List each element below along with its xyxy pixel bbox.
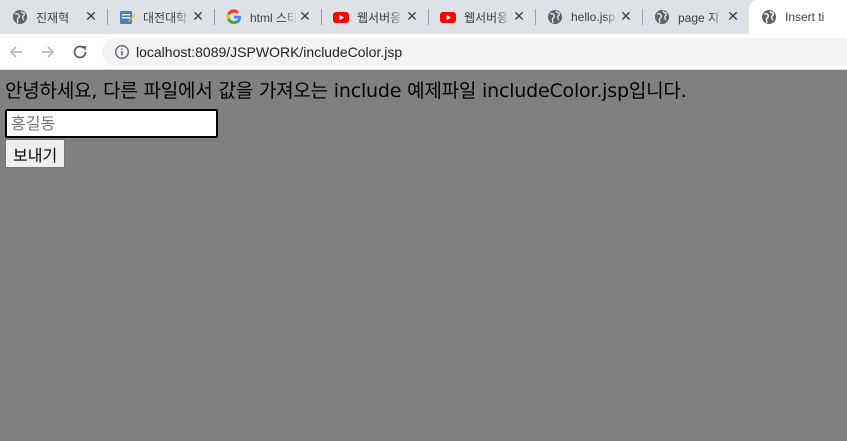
close-icon[interactable]: ✕: [297, 9, 313, 25]
url-text[interactable]: localhost:8089/JSPWORK/includeColor.jsp: [136, 44, 402, 60]
globe-icon: [12, 9, 28, 25]
tab-title: html 스타: [250, 10, 297, 25]
tab-title: 웹서버응: [357, 10, 402, 25]
close-icon[interactable]: ✕: [83, 9, 99, 25]
reload-icon[interactable]: [66, 38, 94, 66]
tab-title: 대전대학: [143, 10, 188, 25]
send-button[interactable]: 보내기: [5, 139, 66, 168]
info-icon[interactable]: [114, 44, 130, 60]
close-icon[interactable]: ✕: [404, 9, 420, 25]
browser-tab[interactable]: page 지 ✕: [642, 0, 749, 34]
youtube-icon: [440, 9, 456, 25]
browser-toolbar: localhost:8089/JSPWORK/includeColor.jsp: [0, 34, 847, 70]
globe-icon: [761, 9, 777, 25]
browser-tab[interactable]: 대전대학 ✕: [107, 0, 214, 34]
youtube-icon: [333, 9, 349, 25]
tab-title: 웹서버응: [464, 10, 509, 25]
page-heading: 안녕하세요, 다른 파일에서 값을 가져오는 include 예제파일 incl…: [5, 80, 687, 102]
browser-tab[interactable]: 진재혁 ✕: [0, 0, 107, 34]
forward-icon[interactable]: [34, 38, 62, 66]
page-content: 안녕하세요, 다른 파일에서 값을 가져오는 include 예제파일 incl…: [0, 71, 847, 441]
close-icon[interactable]: ✕: [511, 9, 527, 25]
tab-strip: 진재혁 ✕ 대전대학 ✕ html 스타 ✕ 웹서버응 ✕ 웹서버응 ✕ hel…: [0, 0, 847, 34]
browser-tab-active[interactable]: Insert ti: [749, 0, 847, 34]
back-icon[interactable]: [2, 38, 30, 66]
address-bar[interactable]: localhost:8089/JSPWORK/includeColor.jsp: [102, 38, 847, 66]
close-icon[interactable]: ✕: [725, 9, 741, 25]
tab-title: 진재혁: [36, 10, 70, 25]
tab-title: page 지: [678, 10, 720, 25]
browser-tab[interactable]: 웹서버응 ✕: [321, 0, 428, 34]
google-icon: [226, 9, 242, 25]
browser-tab[interactable]: html 스타 ✕: [214, 0, 321, 34]
browser-tab[interactable]: hello.jsp ✕: [535, 0, 642, 34]
close-icon[interactable]: ✕: [190, 9, 206, 25]
close-icon[interactable]: ✕: [618, 9, 634, 25]
globe-icon: [547, 9, 563, 25]
editor-icon: [119, 9, 135, 25]
globe-icon: [654, 9, 670, 25]
name-input[interactable]: [5, 109, 218, 138]
tab-title: hello.jsp: [571, 10, 616, 24]
tab-title: Insert ti: [785, 10, 825, 24]
browser-tab[interactable]: 웹서버응 ✕: [428, 0, 535, 34]
